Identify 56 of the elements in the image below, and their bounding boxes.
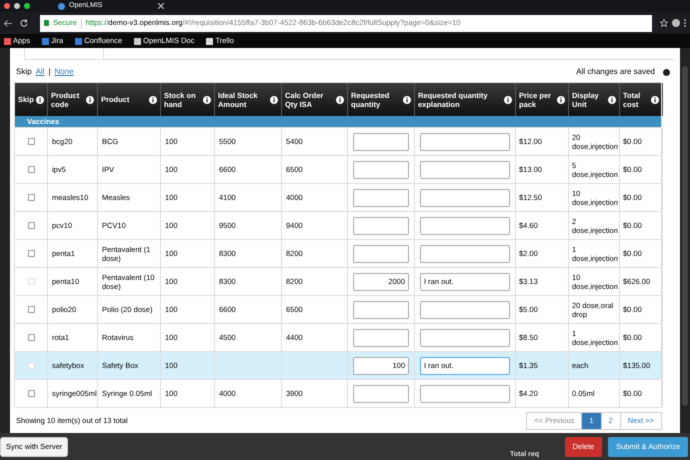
skip-checkbox[interactable] (28, 250, 34, 257)
skip-all-link[interactable]: All (36, 66, 44, 78)
quantity-input[interactable] (353, 328, 409, 346)
info-icon[interactable] (86, 96, 94, 104)
info-icon[interactable] (504, 96, 512, 104)
close-tab-icon[interactable] (158, 3, 164, 9)
bookmark-icon (42, 38, 50, 44)
quantity-input[interactable] (353, 384, 409, 402)
explanation-input[interactable] (420, 188, 510, 206)
back-icon[interactable] (4, 20, 12, 26)
profile-icon[interactable] (672, 19, 680, 27)
skip-none-link[interactable]: None (54, 66, 74, 78)
explanation-input[interactable] (420, 328, 510, 346)
maximize-window-icon[interactable] (24, 3, 30, 9)
explanation-input[interactable] (420, 384, 510, 402)
info-icon[interactable] (203, 96, 211, 104)
bookmark-icon (4, 38, 11, 44)
skip-checkbox[interactable] (28, 138, 34, 145)
quantity-input[interactable] (353, 132, 409, 150)
bookmark-icon (134, 38, 142, 44)
scrollbar-thumb[interactable] (682, 66, 688, 406)
bookmark-icon (75, 38, 82, 44)
skip-checkbox[interactable] (28, 166, 34, 173)
skip-checkbox[interactable] (28, 334, 34, 341)
save-status: All changes are saved (576, 66, 655, 78)
info-icon[interactable] (403, 96, 411, 104)
info-icon[interactable] (336, 96, 344, 104)
explanation-input[interactable] (420, 160, 510, 178)
quantity-input[interactable] (353, 300, 409, 318)
skip-checkbox[interactable] (28, 390, 34, 397)
skip-checkbox[interactable] (28, 222, 34, 229)
info-icon[interactable] (557, 96, 565, 104)
minimize-window-icon[interactable] (14, 3, 20, 9)
explanation-input[interactable] (420, 132, 510, 150)
lock-icon (44, 20, 49, 26)
info-icon[interactable] (36, 96, 44, 104)
skip-checkbox[interactable] (28, 194, 34, 201)
quantity-input[interactable] (353, 244, 409, 262)
explanation-input[interactable] (420, 300, 510, 318)
globe-icon (58, 3, 65, 10)
reload-icon[interactable] (20, 19, 28, 27)
close-window-icon[interactable] (4, 3, 10, 9)
info-icon[interactable] (608, 96, 616, 104)
star-icon[interactable] (660, 19, 668, 27)
quantity-input[interactable] (353, 188, 409, 206)
info-icon[interactable] (651, 96, 659, 104)
link-separator: | (48, 66, 51, 78)
explanation-input[interactable] (420, 244, 510, 262)
quantity-input[interactable] (353, 160, 409, 178)
info-icon[interactable] (149, 96, 157, 104)
skip-checkbox[interactable] (28, 306, 34, 313)
explanation-input[interactable] (420, 216, 510, 234)
skip-label: Skip (16, 66, 32, 78)
quantity-input[interactable] (353, 216, 409, 234)
bookmark-icon (206, 38, 214, 44)
info-icon[interactable] (270, 96, 278, 104)
